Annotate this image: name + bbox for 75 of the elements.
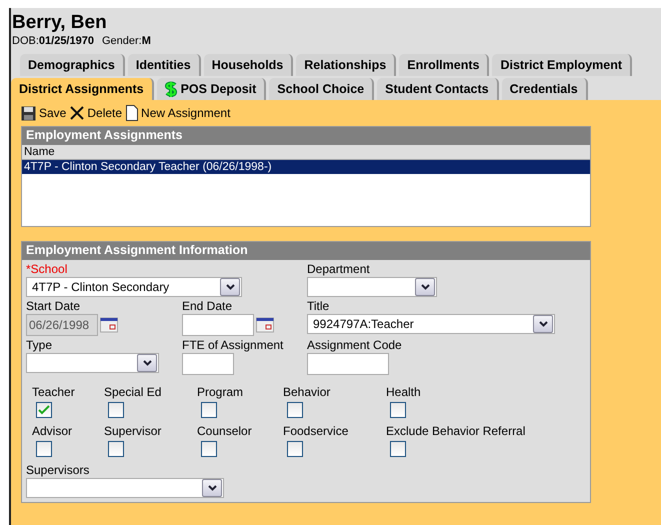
toolbar-button[interactable]: New Assignment — [126, 105, 230, 121]
checkbox-label: Foodservice — [283, 424, 350, 438]
tab[interactable]: Households — [204, 54, 294, 76]
gender-text: Gender:M — [102, 34, 151, 48]
tab[interactable]: School Choice — [269, 78, 374, 100]
tab[interactable]: Enrollments — [399, 54, 490, 76]
checkbox[interactable] — [36, 441, 52, 457]
tab[interactable]: District Employment — [492, 54, 632, 76]
checkbox[interactable] — [201, 402, 217, 418]
field-label: Supervisors — [26, 463, 90, 478]
tab[interactable]: Demographics — [20, 54, 125, 76]
person-name: Berry, Ben — [12, 12, 108, 34]
checkbox-label: Teacher — [32, 385, 76, 399]
dollar-icon — [164, 80, 177, 98]
checkbox[interactable] — [390, 441, 406, 457]
checkbox-label: Special Ed — [104, 385, 162, 399]
dropdown-button[interactable] — [137, 354, 157, 372]
column-header: Name — [22, 145, 590, 160]
checkbox[interactable] — [390, 402, 406, 418]
dropdown-field[interactable] — [26, 478, 224, 498]
input-field[interactable] — [182, 353, 234, 375]
chevron-down-icon — [420, 284, 430, 290]
dropdown-field[interactable]: 4T7P - Clinton Secondary — [26, 277, 242, 297]
close-icon — [70, 106, 84, 120]
date-field[interactable] — [182, 314, 254, 336]
checkbox[interactable] — [108, 402, 124, 418]
checkbox[interactable] — [287, 402, 303, 418]
panel-title: Employment Assignments — [22, 127, 590, 145]
field-label: Start Date — [26, 299, 82, 314]
checkbox-label: Counselor — [197, 424, 253, 438]
field-label: End Date — [182, 299, 234, 314]
dropdown-button[interactable] — [415, 278, 435, 296]
field-label: Assignment Code — [307, 338, 403, 353]
checkbox-label: Supervisor — [104, 424, 162, 438]
checkbox-label: Health — [386, 385, 422, 399]
save-icon — [21, 106, 36, 120]
tab[interactable]: Student Contacts — [377, 78, 499, 100]
dropdown-button[interactable] — [533, 315, 553, 333]
calendar-icon[interactable] — [256, 317, 274, 333]
chevron-down-icon — [142, 360, 152, 366]
chevron-down-icon — [226, 284, 234, 290]
dob-text: DOB:01/25/1970 — [12, 34, 94, 48]
chevron-down-icon — [208, 485, 216, 491]
checkbox[interactable] — [36, 402, 52, 418]
field-label: *School — [26, 262, 68, 277]
tab[interactable]: District Assignments — [11, 78, 154, 100]
checkmark-icon — [38, 405, 50, 415]
checkbox-label: Advisor — [32, 424, 74, 438]
field-label: Type — [26, 338, 54, 353]
field-label: Department — [307, 262, 371, 277]
calendar-icon[interactable] — [100, 317, 118, 333]
list-row[interactable]: 4T7P - Clinton Secondary Teacher (06/26/1998-) — [22, 160, 590, 174]
dropdown-button[interactable] — [220, 278, 240, 296]
chevron-down-icon — [538, 321, 548, 327]
checkbox[interactable] — [287, 441, 303, 457]
checkbox[interactable] — [201, 441, 217, 457]
toolbar-button[interactable]: Save — [21, 106, 66, 120]
field-label: FTE of Assignment — [182, 338, 284, 353]
input-field[interactable] — [307, 353, 389, 375]
document-icon — [126, 105, 138, 121]
dropdown-field[interactable] — [307, 277, 437, 297]
checkbox[interactable] — [108, 441, 124, 457]
checkbox-label: Exclude Behavior Referral — [386, 424, 526, 438]
tab[interactable]: Identities — [128, 54, 201, 76]
field-label: Title — [307, 299, 330, 314]
dropdown-field[interactable] — [26, 353, 159, 373]
panel-title: Employment Assignment Information — [22, 242, 590, 260]
checkbox-label: Behavior — [283, 385, 332, 399]
tab[interactable]: POS Deposit — [156, 78, 266, 100]
toolbar-button[interactable]: Delete — [70, 106, 122, 120]
tab[interactable]: Relationships — [296, 54, 396, 76]
dropdown-button[interactable] — [202, 479, 222, 497]
checkbox-label: Program — [197, 385, 244, 399]
dropdown-field[interactable]: 9924797A:Teacher — [307, 314, 555, 334]
tab[interactable]: Credentials — [502, 78, 588, 100]
